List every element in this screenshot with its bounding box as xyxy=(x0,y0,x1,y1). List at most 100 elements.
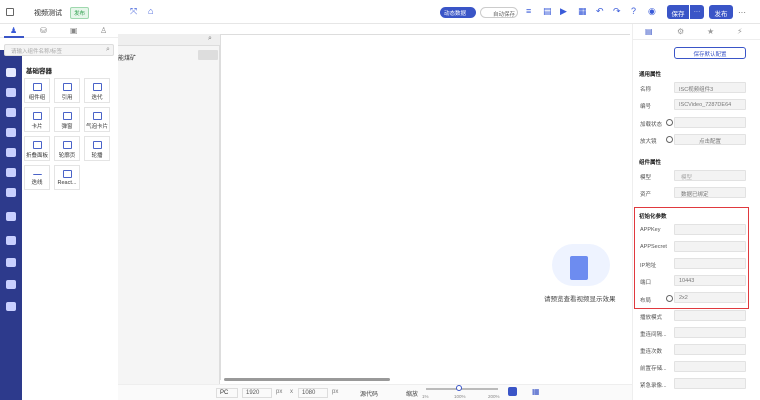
tab-components-icon[interactable]: ♟ xyxy=(10,26,17,35)
redo-icon[interactable]: ↷ xyxy=(613,6,621,17)
source-code-button[interactable]: 源代码 xyxy=(360,389,378,398)
height-input[interactable]: 1080 xyxy=(298,388,328,398)
retry-interval-stepper[interactable] xyxy=(674,327,746,338)
component-item[interactable]: 卡片 xyxy=(24,107,50,132)
asset-binding[interactable]: 数据已绑定 xyxy=(674,187,746,198)
front-store-input[interactable] xyxy=(674,361,746,372)
auto-save-toggle[interactable]: 自动保存 xyxy=(480,7,518,18)
nav-item-chart[interactable] xyxy=(6,128,16,137)
component-item[interactable]: 组件组 xyxy=(24,78,50,103)
component-item[interactable]: 折叠面板 xyxy=(24,136,50,161)
component-item[interactable]: 迭代 xyxy=(84,78,110,103)
tree-node-label[interactable]: 能煤矿 xyxy=(118,53,136,62)
zoom-slider[interactable] xyxy=(426,388,498,390)
tab-data-icon[interactable]: ⚙ xyxy=(677,27,684,36)
fit-icon[interactable] xyxy=(508,387,517,396)
port-stepper[interactable]: 10443 xyxy=(674,275,746,286)
section-component: 组件属性 xyxy=(639,160,662,166)
nav-item-list[interactable] xyxy=(6,258,16,267)
layout-help-icon[interactable] xyxy=(666,295,673,302)
nav-item-globe[interactable] xyxy=(6,108,16,117)
component-label: 折叠面板 xyxy=(25,153,48,159)
width-input[interactable]: 1920 xyxy=(242,388,272,398)
menu-icon[interactable] xyxy=(6,8,14,16)
emergency-record-input[interactable] xyxy=(674,378,746,389)
nav-item-video[interactable] xyxy=(6,212,16,221)
tree-node-button[interactable] xyxy=(198,50,218,60)
component-item[interactable]: 引用 xyxy=(54,78,80,103)
retry-count-stepper[interactable] xyxy=(674,344,746,355)
component-label: 弹窗 xyxy=(61,124,73,130)
nav-item-copy[interactable] xyxy=(6,236,16,245)
component-label: 轮廓页 xyxy=(58,153,76,159)
video-file-icon xyxy=(570,256,588,280)
nav-item-location[interactable] xyxy=(6,188,16,197)
search-icon[interactable]: ⌕ xyxy=(106,46,110,54)
component-item[interactable]: 弹窗 xyxy=(54,107,80,132)
layout-label: 布局 xyxy=(640,298,652,304)
save-more-button[interactable]: ··· xyxy=(690,5,704,19)
nav-item-table[interactable] xyxy=(6,168,16,177)
dimension-separator: x xyxy=(290,389,293,395)
left-panel-tabs: ♟ ⛁ ▣ ♙ xyxy=(0,24,118,38)
nav-item-container[interactable] xyxy=(6,68,16,77)
more-menu-button[interactable]: ··· xyxy=(738,8,746,17)
ip-input[interactable] xyxy=(674,258,746,269)
property-tabs: ▤ ⚙ ★ ⚡ xyxy=(633,24,760,40)
nav-item-apps[interactable] xyxy=(6,280,16,289)
tab-event-icon[interactable]: ★ xyxy=(707,27,714,36)
undo-icon[interactable]: ↶ xyxy=(596,6,604,17)
stack-icon[interactable]: ≡ xyxy=(526,6,531,16)
nav-item-server[interactable] xyxy=(6,302,16,311)
tree-icon[interactable]: ⌂ xyxy=(148,6,153,16)
layout-icon[interactable]: ▦ xyxy=(578,6,587,17)
component-item[interactable]: 气泡卡片 xyxy=(84,107,110,132)
layout-select[interactable]: 2x2 xyxy=(674,292,746,303)
help-icon[interactable]: ? xyxy=(631,6,636,16)
device-select[interactable]: PC xyxy=(216,388,238,398)
play-icon[interactable]: ▶ xyxy=(560,6,567,17)
zoom-mid: 100% xyxy=(454,394,466,399)
dynamic-data-toggle[interactable]: 动态数据 xyxy=(440,7,476,18)
appsecret-input[interactable] xyxy=(674,241,746,252)
tree-search-icon[interactable]: ⌕ xyxy=(208,35,212,43)
nav-item-grid[interactable] xyxy=(6,88,16,97)
component-item[interactable]: 轮播 xyxy=(84,136,110,161)
publish-button[interactable]: 发布 xyxy=(709,5,733,19)
component-label: 气泡卡片 xyxy=(85,124,108,130)
component-search-input[interactable]: 请输入组件名称/标签 xyxy=(4,44,114,56)
tab-pages-icon[interactable]: ▣ xyxy=(70,26,78,35)
play-mode-select[interactable] xyxy=(674,310,746,321)
save-button[interactable]: 保存 xyxy=(667,5,689,19)
appkey-input[interactable] xyxy=(674,224,746,235)
model-select[interactable]: 模型 xyxy=(674,170,746,181)
zoom-config-button[interactable]: 点击配置 xyxy=(674,134,746,145)
name-input[interactable]: ISC视频组件3 xyxy=(674,82,746,93)
file-icon[interactable]: ▤ xyxy=(543,6,552,17)
active-tab-underline xyxy=(4,36,24,38)
tab-data-icon[interactable]: ⛁ xyxy=(40,26,47,35)
component-item[interactable]: 迭线 xyxy=(24,165,50,190)
component-label: 组件组 xyxy=(28,95,46,101)
emergency-record-label: 紧急录像... xyxy=(640,383,667,389)
canvas-left-column xyxy=(118,34,220,384)
canvas-tree-search[interactable] xyxy=(118,34,220,46)
load-help-icon[interactable] xyxy=(666,119,673,126)
tab-anim-icon[interactable]: ⚡ xyxy=(737,27,743,36)
component-item[interactable]: 轮廓页 xyxy=(54,136,80,161)
design-canvas[interactable]: ⌕ 能煤矿 请预览查看视频显示效果 xyxy=(118,24,632,384)
code-input[interactable]: ISCVideo_7287DE64 xyxy=(674,99,746,110)
tab-users-icon[interactable]: ♙ xyxy=(100,26,107,35)
tab-style-icon[interactable]: ▤ xyxy=(645,27,653,36)
expand-icon[interactable]: ⤧ xyxy=(130,6,137,17)
zoom-help-icon[interactable] xyxy=(666,136,673,143)
horizontal-scrollbar[interactable] xyxy=(224,378,390,381)
preview-icon[interactable]: ◉ xyxy=(648,6,656,17)
save-default-config-button[interactable]: 保存默认配置 xyxy=(674,47,746,59)
grid-icon[interactable]: ▦ xyxy=(532,387,540,396)
zoom-handle[interactable] xyxy=(456,385,462,391)
load-state-input[interactable] xyxy=(674,117,746,128)
bottom-toolbar: PC 1920 px x 1080 px 源代码 缩放 1% 100% 200%… xyxy=(118,384,632,400)
component-item[interactable]: React... xyxy=(54,165,80,190)
nav-item-briefcase[interactable] xyxy=(6,148,16,157)
